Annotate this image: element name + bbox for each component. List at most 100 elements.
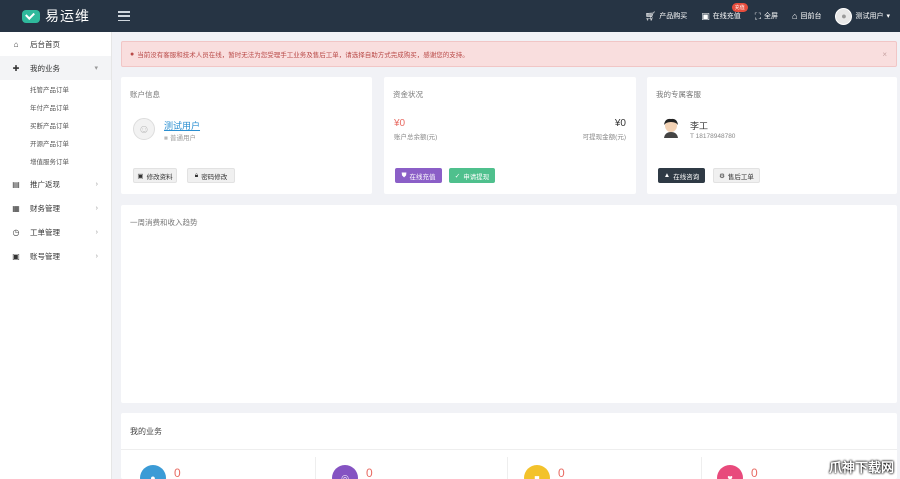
edit-profile-label: 修改资料 [146, 173, 173, 181]
chevron-down-icon: ▾ [886, 13, 890, 20]
service-agent-avatar [664, 118, 678, 138]
after-sales-ticket-button[interactable]: ⚙ 售后工单 [713, 168, 760, 183]
clock-icon: ◷ [12, 227, 20, 237]
offline-alert: ● 当前没有客服和技术人员在线，暂时无法为您受理手工业务及售后工单，请选择自助方… [121, 41, 897, 67]
online-consult-button[interactable]: ▲ 在线咨询 [658, 168, 705, 183]
card-title: 账户信息 [130, 90, 160, 99]
weekly-trend-card: 一周消费和收入趋势 [121, 205, 897, 403]
sidebar-item-finance[interactable]: ▦ 财务管理 › [0, 196, 111, 220]
user-menu[interactable]: ● 测试用户 ▾ [835, 7, 890, 25]
divider [507, 457, 508, 479]
online-recharge-button[interactable]: ⛊ 在线充值 [395, 168, 442, 183]
user-level: ■ 普通用户 [164, 132, 196, 142]
username-link[interactable]: 测试用户 [164, 119, 200, 132]
business-stat-value: 0 [751, 466, 758, 479]
fullscreen-button[interactable]: ⛶ 全屏 [755, 11, 778, 22]
withdrawable-value: ¥0 [614, 118, 626, 129]
sidebar-item-label: 财务管理 [30, 203, 60, 213]
business-stat-icon: ◎ [332, 465, 358, 479]
alert-text: 当前没有客服和技术人员在线，暂时无法为您受理手工业务及售后工单，请选择自助方式完… [137, 52, 469, 59]
close-icon[interactable]: × [882, 50, 887, 59]
sidebar-item-dashboard[interactable]: ⌂ 后台首页 [0, 32, 111, 56]
watermark: 爪神下载网 [828, 460, 894, 475]
chevron-right-icon: › [95, 180, 98, 188]
sidebar: ⌂ 后台首页 ✚ 我的业务 ▾ 托管产品订单 年付产品订单 买断产品订单 开源产… [0, 32, 112, 479]
business-stat-value: 0 [558, 466, 565, 479]
hamburger-icon[interactable] [118, 11, 130, 21]
briefcase-icon: ▤ [12, 179, 20, 189]
business-stat-icon: ● [140, 465, 166, 479]
logo-mark-icon [22, 9, 40, 23]
sidebar-item-label: 工单管理 [30, 227, 60, 237]
sidebar-item-my-business[interactable]: ✚ 我的业务 ▾ [0, 56, 111, 80]
withdraw-button[interactable]: ✓ 申请提现 [449, 168, 495, 183]
chevron-right-icon: › [95, 228, 98, 236]
frontend-link[interactable]: ⌂ 回前台 [792, 11, 821, 21]
buy-product-link[interactable]: 🛒︎ 产品购买 [645, 11, 687, 22]
sidebar-subitem-hosted-orders[interactable]: 托管产品订单 [0, 80, 111, 98]
balance-value: ¥0 [394, 118, 406, 129]
gear-icon: ⚙ [719, 172, 725, 180]
lock-icon: 🔒︎ [194, 171, 199, 179]
after-sales-ticket-label: 售后工单 [727, 173, 754, 181]
online-recharge-link[interactable]: ▣ 在线充值 充值 [701, 2, 748, 22]
check-icon: ✓ [454, 172, 461, 180]
business-stat-value: 0 [366, 466, 373, 479]
withdrawable-label: 可提现金额(元) [582, 134, 626, 141]
business-stat[interactable]: ◎ 0 [332, 465, 373, 479]
sidebar-item-label: 我的业务 [30, 63, 60, 73]
divider [121, 449, 897, 450]
customer-service-card: 我的专属客服 李工 T 18178948780 ▲ 在线咨询 ⚙ 售后工单 [647, 77, 897, 194]
user-menu-label: 测试用户 [855, 13, 884, 20]
sidebar-subitem-opensource-orders[interactable]: 开源产品订单 [0, 134, 111, 152]
buy-product-label: 产品购买 [659, 13, 688, 20]
top-right-menu: 🛒︎ 产品购买 ▣ 在线充值 充值 ⛶ 全屏 ⌂ 回前台 ● 测试用户 ▾ [631, 0, 900, 32]
card-title: 资金状况 [393, 90, 423, 99]
card-title: 一周消费和收入趋势 [130, 218, 198, 227]
wallet-icon: ▣ [701, 10, 710, 21]
info-circle-icon: ● [130, 50, 135, 58]
sidebar-subitem-addon-orders[interactable]: 增值服务订单 [0, 152, 111, 170]
user-card-icon: ▣ [12, 251, 20, 261]
sidebar-item-account[interactable]: ▣ 账号管理 › [0, 244, 111, 268]
fullscreen-icon: ⛶ [754, 10, 762, 21]
chat-icon: ▲ [663, 172, 671, 179]
shield-icon: ⛊ [401, 171, 407, 179]
sidebar-item-tickets[interactable]: ◷ 工单管理 › [0, 220, 111, 244]
sidebar-subitem-annual-orders[interactable]: 年付产品订单 [0, 98, 111, 116]
logo[interactable]: 易运维 [0, 0, 112, 32]
edit-profile-button[interactable]: ▣ 修改资料 [133, 168, 177, 183]
business-stat-icon: ♥ [717, 465, 743, 479]
sidebar-item-label: 账号管理 [30, 251, 60, 261]
service-agent-name: 李工 [690, 121, 709, 131]
chevron-right-icon: › [95, 252, 98, 260]
business-stat-icon: ■ [524, 465, 550, 479]
puzzle-icon: ✚ [12, 63, 20, 73]
avatar: ● [835, 7, 853, 25]
change-password-button[interactable]: 🔒︎ 密码修改 [187, 168, 235, 183]
frontend-label: 回前台 [800, 13, 822, 20]
top-navbar: 易运维 🛒︎ 产品购买 ▣ 在线充值 充值 ⛶ 全屏 ⌂ 回前台 ● 测试用户 … [0, 0, 900, 32]
withdraw-button-label: 申请提现 [463, 173, 490, 181]
chevron-right-icon: › [95, 204, 98, 212]
business-stat-value: 0 [174, 466, 181, 479]
user-level-text: 普通用户 [169, 135, 196, 142]
card-title: 我的专属客服 [656, 90, 701, 99]
divider [315, 457, 316, 479]
change-password-label: 密码修改 [201, 173, 228, 181]
sidebar-item-referral[interactable]: ▤ 推广返现 › [0, 172, 111, 196]
balance-label: 账户总余额(元) [394, 134, 438, 141]
business-stat[interactable]: ● 0 [140, 465, 181, 479]
divider [701, 457, 702, 479]
logo-text: 易运维 [45, 8, 90, 24]
edit-icon: ▣ [137, 172, 144, 180]
home-icon: ⌂ [13, 39, 19, 49]
my-business-card: 我的业务 ● 0 ◎ 0 ■ 0 ♥ 0 [121, 413, 897, 479]
recharge-badge: 充值 [731, 2, 748, 12]
home-icon: ⌂ [792, 11, 798, 21]
account-info-card: 账户信息 ☺ 测试用户 ■ 普通用户 ▣ 修改资料 🔒︎ 密码修改 [121, 77, 372, 194]
user-avatar-icon: ☺ [133, 118, 155, 140]
sidebar-subitem-buyout-orders[interactable]: 买断产品订单 [0, 116, 111, 134]
business-stat[interactable]: ♥ 0 [717, 465, 758, 479]
business-stat[interactable]: ■ 0 [524, 465, 565, 479]
